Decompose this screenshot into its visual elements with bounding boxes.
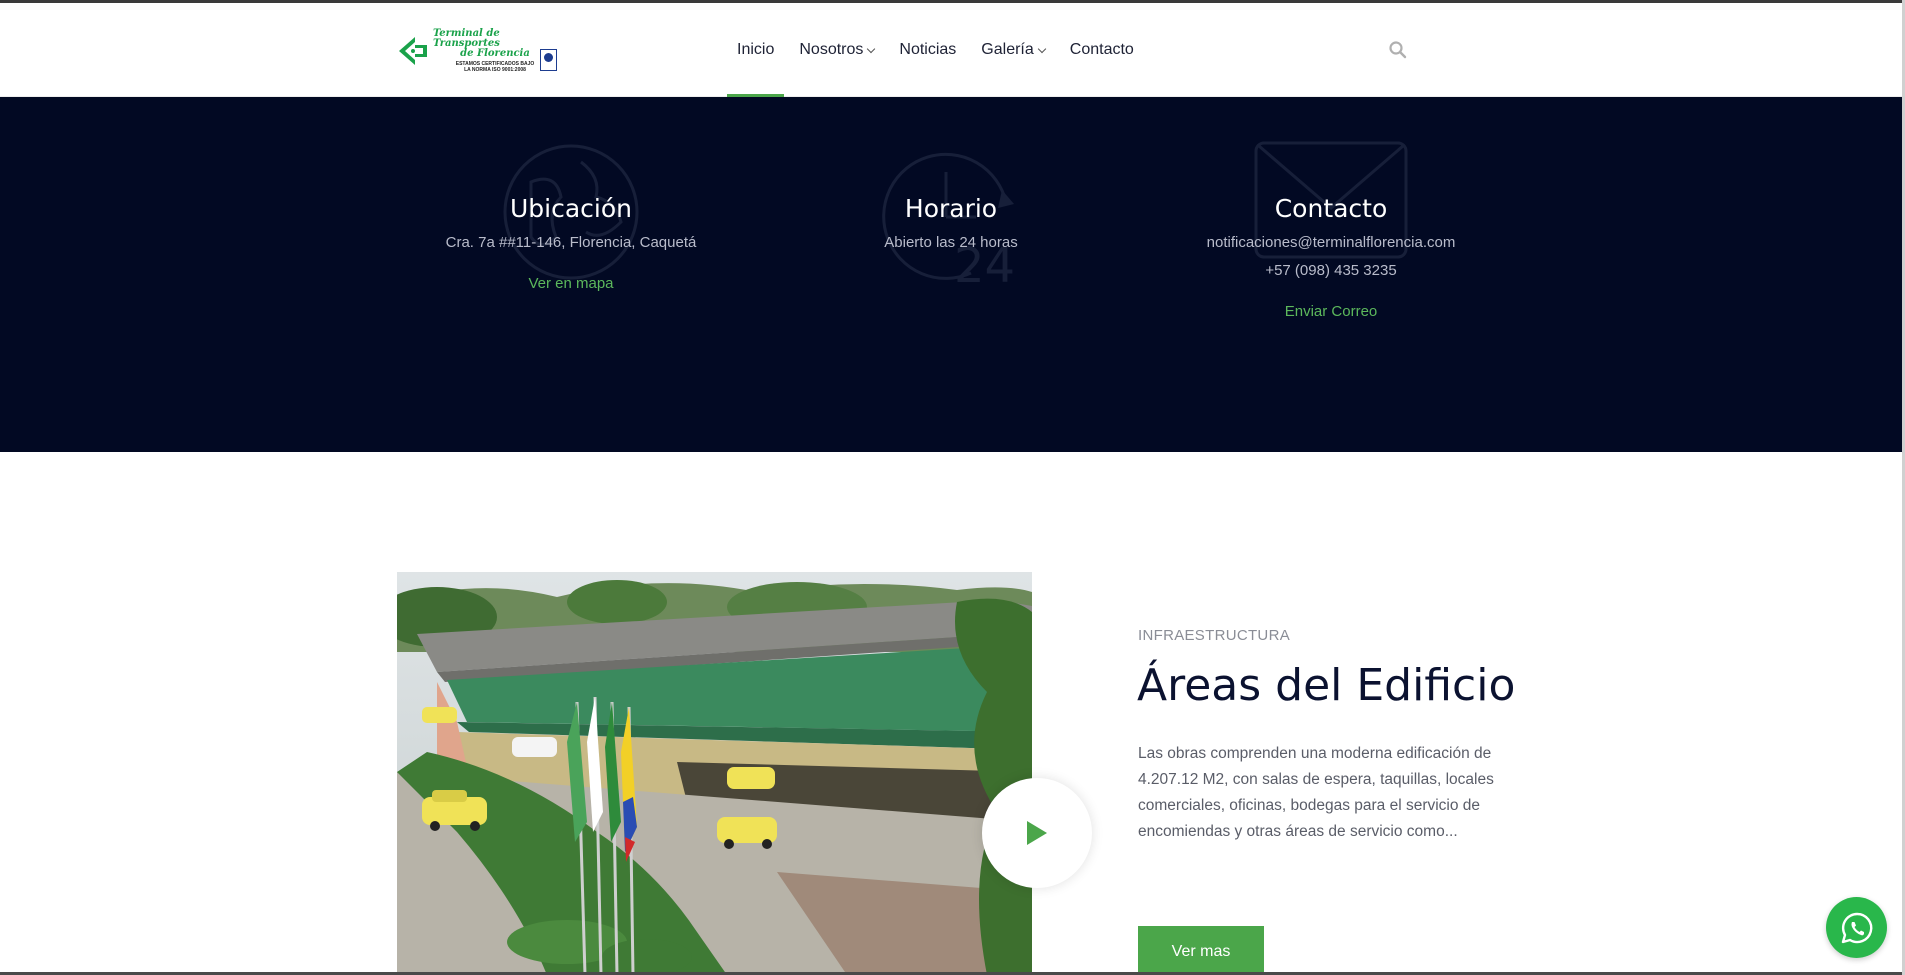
nav-noticias[interactable]: Noticias	[899, 3, 956, 97]
nav-inicio-label: Inicio	[737, 41, 775, 58]
send-email-link[interactable]: Enviar Correo	[1285, 303, 1378, 320]
nav-inicio[interactable]: Inicio	[726, 3, 785, 97]
main-nav: Inicio Nosotros Noticias Galería Contact…	[726, 3, 1159, 97]
location-address: Cra. 7a ##11-146, Florencia, Caquetá	[445, 234, 697, 251]
contact-card: Contacto notificaciones@terminalflorenci…	[1131, 97, 1531, 321]
location-title: Ubicación	[509, 194, 632, 223]
logo-title-2: de Florencia	[460, 48, 530, 59]
building-photo	[397, 572, 1032, 975]
nav-noticias-label: Noticias	[899, 41, 957, 58]
nav-galeria[interactable]: Galería	[981, 3, 1047, 97]
contact-phone: +57 (098) 435 3235	[1265, 262, 1397, 279]
nav-galeria-label: Galería	[981, 41, 1034, 58]
logo-sub-2: LA NORMA ISO 9001:2008	[464, 67, 526, 73]
chevron-down-icon	[1037, 44, 1047, 53]
site-header: Terminal de Transportes de Florencia EST…	[0, 3, 1902, 97]
play-icon	[1027, 821, 1047, 845]
hours-title: Horario	[904, 194, 998, 223]
whatsapp-icon	[1841, 912, 1872, 943]
site-logo[interactable]: Terminal de Transportes de Florencia EST…	[397, 29, 557, 73]
nav-nosotros[interactable]: Nosotros	[799, 3, 876, 97]
search-icon[interactable]	[1388, 40, 1408, 60]
nav-nosotros-label: Nosotros	[799, 41, 864, 58]
logo-text: Terminal de Transportes de Florencia EST…	[433, 28, 557, 74]
iso-badge-icon	[540, 49, 557, 71]
chevron-down-icon	[867, 44, 876, 53]
contact-email: notificaciones@terminalflorencia.com	[1206, 234, 1456, 251]
hours-card: 24 Horario Abierto las 24 horas	[751, 97, 1151, 292]
nav-contacto-label: Contacto	[1069, 41, 1134, 58]
hours-text: Abierto las 24 horas	[884, 234, 1018, 251]
view-map-link[interactable]: Ver en mapa	[528, 275, 613, 292]
contact-title: Contacto	[1274, 194, 1388, 223]
section-description: Las obras comprenden una moderna edifica…	[1138, 745, 1494, 840]
section-heading: Áreas del Edificio	[1137, 660, 1516, 711]
read-more-button[interactable]: Ver mas	[1138, 926, 1264, 975]
section-eyebrow: INFRAESTRUCTURA	[1138, 627, 1291, 644]
info-band: Ubicación Cra. 7a ##11-146, Florencia, C…	[0, 97, 1902, 452]
whatsapp-button[interactable]	[1826, 897, 1887, 958]
logo-title-1: Terminal de Transportes	[433, 28, 500, 49]
nav-contacto[interactable]: Contacto	[1070, 3, 1134, 97]
play-video-button[interactable]	[982, 778, 1092, 888]
terminal-logo-icon	[397, 31, 431, 71]
location-card: Ubicación Cra. 7a ##11-146, Florencia, C…	[371, 97, 771, 293]
